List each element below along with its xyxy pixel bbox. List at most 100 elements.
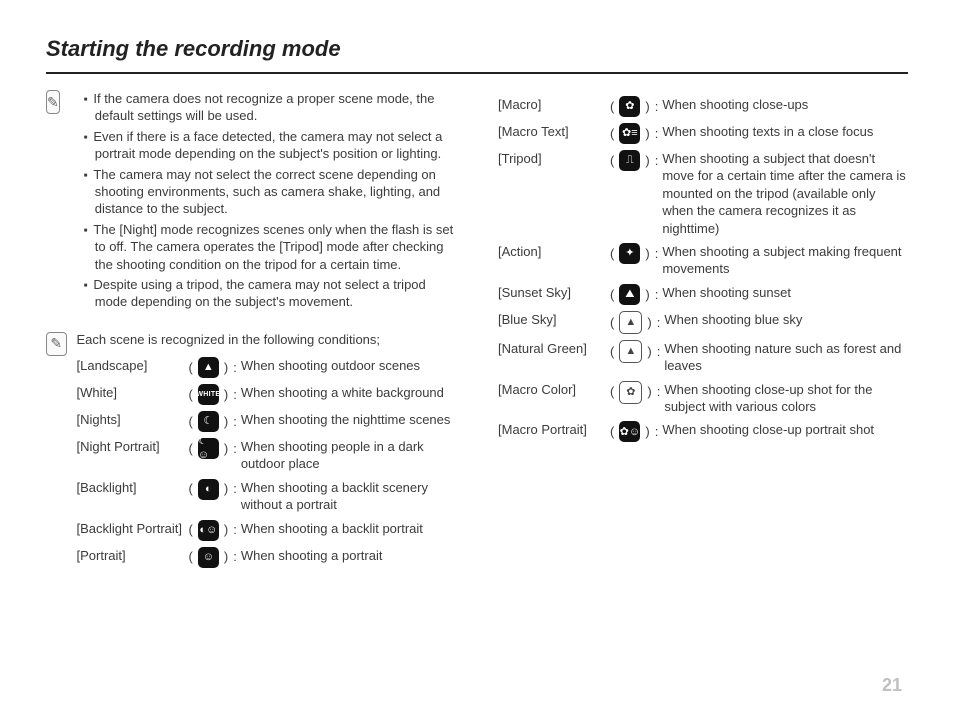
scene-description: When shooting a portrait (241, 547, 383, 564)
page-title: Starting the recording mode (46, 36, 908, 62)
scene-name: [Tripod] (498, 150, 610, 167)
scene-icon: ✿≡ (619, 123, 640, 144)
scene-row: [Action](✦) :When shooting a subject mak… (498, 243, 908, 278)
scene-icon-group: (◐) : (189, 479, 237, 500)
scene-row: [Landscape](▲) :When shooting outdoor sc… (77, 357, 457, 378)
scene-description: When shooting close-up shot for the subj… (664, 381, 908, 416)
scene-icon: WHITE (198, 384, 219, 405)
scene-description: When shooting texts in a close focus (662, 123, 873, 140)
scene-description: When shooting nature such as forest and … (664, 340, 908, 375)
pencil-note-icon: ✎ (46, 90, 60, 114)
scene-name: [Macro Text] (498, 123, 610, 140)
scene-row: [Macro Portrait](✿☺) :When shooting clos… (498, 421, 908, 442)
scene-icon-group: (▲) : (610, 311, 660, 334)
note-box-tips: ✎ If the camera does not recognize a pro… (46, 90, 456, 314)
scene-row: [White](WHITE) :When shooting a white ba… (77, 384, 457, 405)
scene-name: [Action] (498, 243, 610, 260)
scene-description: When shooting sunset (662, 284, 791, 301)
scene-icon-group: (☾☺) : (189, 438, 237, 459)
scene-row: [Macro Color](✿) :When shooting close-up… (498, 381, 908, 416)
scene-description: When shooting blue sky (664, 311, 802, 328)
scene-icon: ⛰ (619, 284, 640, 305)
conditions-content: Each scene is recognized in the followin… (77, 332, 457, 574)
scene-name: [Backlight Portrait] (77, 520, 189, 537)
two-column-layout: ✎ If the camera does not recognize a pro… (46, 90, 908, 592)
scene-row: [Portrait](☺) :When shooting a portrait (77, 547, 457, 568)
pencil-note-icon: ✎ (46, 332, 67, 356)
scene-icon-group: (✦) : (610, 243, 658, 264)
scene-list-left: [Landscape](▲) :When shooting outdoor sc… (77, 357, 457, 568)
scene-icon: ▲ (198, 357, 219, 378)
scene-row: [Blue Sky](▲) :When shooting blue sky (498, 311, 908, 334)
scene-icon-group: (☾) : (189, 411, 237, 432)
scene-name: [Macro Color] (498, 381, 610, 398)
scene-name: [Blue Sky] (498, 311, 610, 328)
scene-icon-group: (WHITE) : (189, 384, 237, 405)
scene-icon: ▲ (619, 340, 642, 363)
scene-icon: ✿ (619, 381, 642, 404)
scene-row: [Natural Green](▲) :When shooting nature… (498, 340, 908, 375)
tip-item: If the camera does not recognize a prope… (84, 90, 456, 125)
title-rule (46, 72, 908, 74)
scene-icon-group: (✿) : (610, 381, 660, 404)
scene-row: [Backlight Portrait](◐☺) :When shooting … (77, 520, 457, 541)
scene-description: When shooting close-ups (662, 96, 808, 113)
page-number: 21 (882, 675, 902, 696)
scene-name: [Macro] (498, 96, 610, 113)
scene-name: [Landscape] (77, 357, 189, 374)
scene-icon-group: (▲) : (189, 357, 237, 378)
scene-row: [Sunset Sky](⛰) :When shooting sunset (498, 284, 908, 305)
tip-item: The [Night] mode recognizes scenes only … (84, 221, 456, 273)
conditions-lead: Each scene is recognized in the followin… (77, 332, 457, 347)
scene-icon: ☾ (198, 411, 219, 432)
scene-row: [Tripod](⎍) :When shooting a subject tha… (498, 150, 908, 237)
scene-icon-group: (▲) : (610, 340, 660, 363)
scene-icon: ◐ (198, 479, 219, 500)
scene-name: [White] (77, 384, 189, 401)
scene-icon-group: (☺) : (189, 547, 237, 568)
tip-item: Even if there is a face detected, the ca… (84, 128, 456, 163)
scene-icon-group: (⎍) : (610, 150, 658, 171)
scene-description: When shooting a white background (241, 384, 444, 401)
scene-icon-group: (✿☺) : (610, 421, 658, 442)
scene-description: When shooting close-up portrait shot (662, 421, 874, 438)
scene-row: [Night Portrait](☾☺) :When shooting peop… (77, 438, 457, 473)
scene-icon: ✿☺ (619, 421, 640, 442)
scene-icon-group: (✿≡) : (610, 123, 658, 144)
scene-list-right: [Macro](✿) :When shooting close-ups[Macr… (498, 96, 908, 442)
scene-icon: ✦ (619, 243, 640, 264)
scene-icon-group: (✿) : (610, 96, 658, 117)
scene-name: [Portrait] (77, 547, 189, 564)
scene-name: [Night Portrait] (77, 438, 189, 455)
scene-icon: ✿ (619, 96, 640, 117)
tips-list: If the camera does not recognize a prope… (70, 90, 456, 314)
scene-icon-group: (⛰) : (610, 284, 658, 305)
scene-icon: ▲ (619, 311, 642, 334)
scene-description: When shooting people in a dark outdoor p… (241, 438, 456, 473)
scene-description: When shooting a subject making frequent … (662, 243, 908, 278)
scene-name: [Nights] (77, 411, 189, 428)
scene-row: [Backlight](◐) :When shooting a backlit … (77, 479, 457, 514)
scene-icon: ◐☺ (198, 520, 219, 541)
scene-description: When shooting a backlit portrait (241, 520, 423, 537)
scene-name: [Natural Green] (498, 340, 610, 357)
scene-icon: ☾☺ (198, 438, 219, 459)
scene-name: [Sunset Sky] (498, 284, 610, 301)
scene-row: [Macro Text](✿≡) :When shooting texts in… (498, 123, 908, 144)
tip-item: The camera may not select the correct sc… (84, 166, 456, 218)
note-box-conditions: ✎ Each scene is recognized in the follow… (46, 332, 456, 574)
scene-description: When shooting a subject that doesn't mov… (662, 150, 908, 237)
scene-description: When shooting the nighttime scenes (241, 411, 451, 428)
scene-description: When shooting outdoor scenes (241, 357, 420, 374)
left-column: ✎ If the camera does not recognize a pro… (46, 90, 456, 592)
scene-icon: ☺ (198, 547, 219, 568)
scene-row: [Nights](☾) :When shooting the nighttime… (77, 411, 457, 432)
scene-icon: ⎍ (619, 150, 640, 171)
scene-row: [Macro](✿) :When shooting close-ups (498, 96, 908, 117)
scene-name: [Macro Portrait] (498, 421, 610, 438)
scene-icon-group: (◐☺) : (189, 520, 237, 541)
right-column: [Macro](✿) :When shooting close-ups[Macr… (498, 90, 908, 592)
scene-description: When shooting a backlit scenery without … (241, 479, 456, 514)
scene-name: [Backlight] (77, 479, 189, 496)
tip-item: Despite using a tripod, the camera may n… (84, 276, 456, 311)
